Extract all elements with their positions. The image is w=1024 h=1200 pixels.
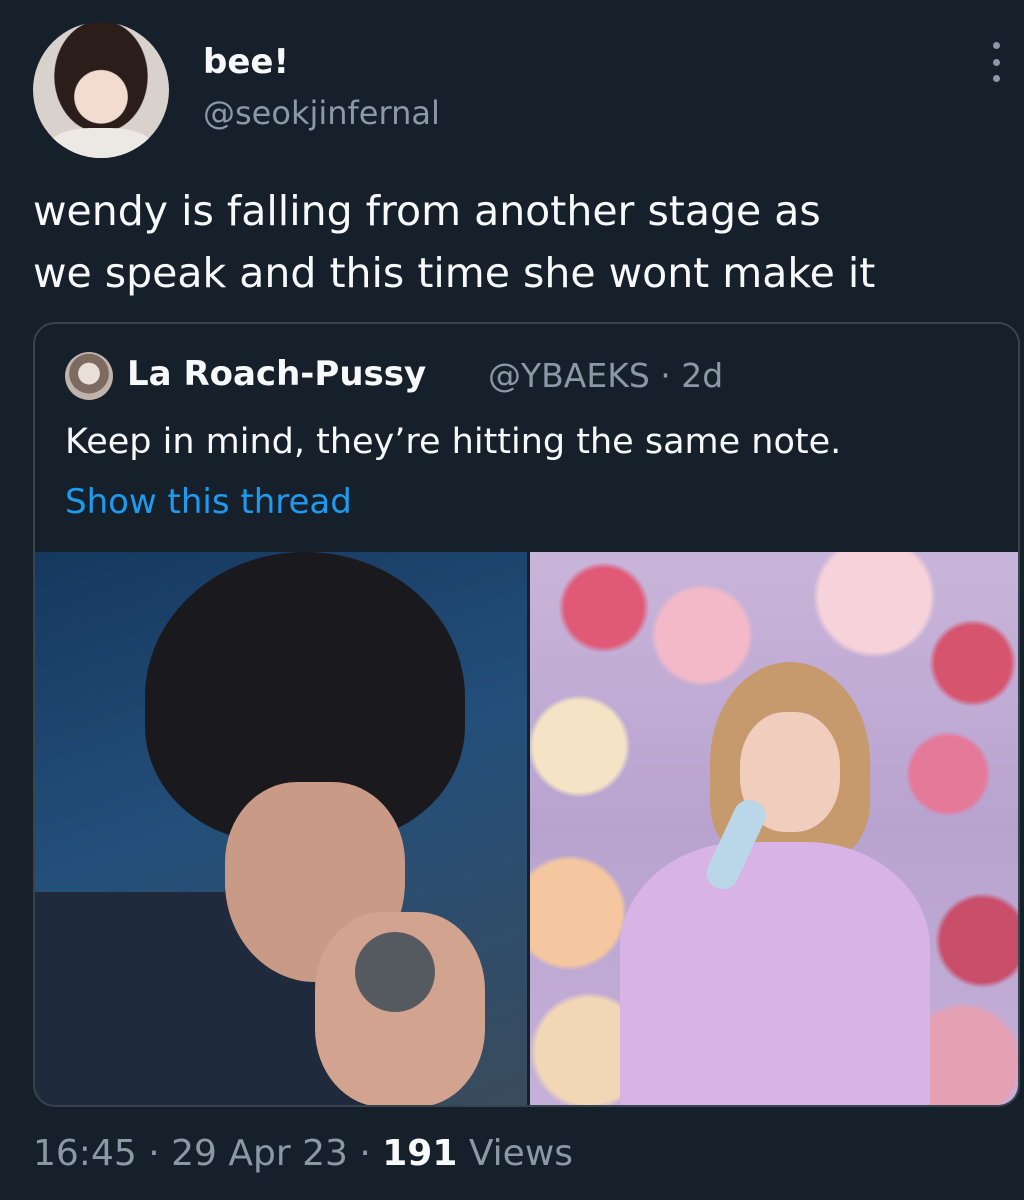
show-thread-link[interactable]: Show this thread [65,482,352,522]
more-options-icon[interactable] [990,42,1002,82]
views-count: 191 [382,1133,458,1174]
quoted-tweet-text: Keep in mind, they’re hitting the same n… [65,422,842,462]
views-label: Views [457,1133,574,1174]
tweet-date[interactable]: 29 Apr 23 [171,1133,348,1174]
author-avatar[interactable] [33,22,169,158]
media-image-left[interactable] [35,552,527,1105]
separator: · [136,1133,172,1174]
author-display-name[interactable]: bee! [203,42,289,82]
media-image-right[interactable] [530,552,1018,1105]
quoted-author-avatar [65,352,113,400]
quoted-tweet-card[interactable]: La Roach-Pussy @YBAEKS · 2d Keep in mind… [33,322,1020,1107]
tweet-text-line1: wendy is falling from another stage as [33,187,821,235]
microphone-icon [355,932,435,1012]
quoted-handle-time: @YBAEKS · 2d [488,356,724,395]
tweet-meta: 16:45 · 29 Apr 23 · 191 Views [33,1133,573,1174]
author-handle[interactable]: @seokjinfernal [203,94,440,132]
singer-dress [620,842,930,1105]
tweet-text: wendy is falling from another stage as w… [33,180,1018,304]
tweet-text-line2: we speak and this time she wont make it [33,249,876,297]
separator: · [347,1133,383,1174]
avatar-shirt [51,128,151,158]
tweet-time[interactable]: 16:45 [33,1133,137,1174]
quoted-author-name: La Roach-Pussy [127,354,427,394]
